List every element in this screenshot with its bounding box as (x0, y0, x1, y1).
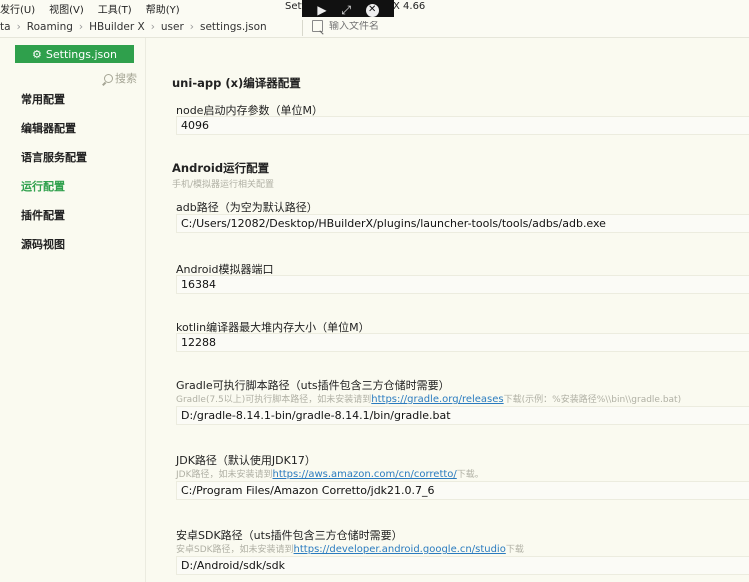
breadcrumb-item[interactable]: settings.json (200, 21, 267, 33)
menu-tools[interactable]: 工具(T) (98, 1, 132, 16)
breadcrumb-item[interactable]: ta (0, 21, 11, 33)
kotlin-heap-input[interactable]: 12288 (176, 333, 749, 352)
sidebar: ⚙ Settings.json 搜索 常用配置 编辑器配置 语言服务配置 运行配… (0, 38, 146, 582)
jdk-path-hint: JDK路径，如未安装请到https://aws.amazon.com/cn/co… (176, 467, 484, 480)
chevron-right-icon: › (189, 21, 194, 33)
menu-view[interactable]: 视图(V) (49, 1, 84, 16)
breadcrumb-item[interactable]: user (161, 21, 184, 33)
chevron-right-icon: › (150, 21, 155, 33)
android-sdk-label: 安卓SDK路径（uts插件包含三方仓储时需要） (176, 529, 403, 542)
menu-publish[interactable]: 发行(U) (0, 1, 35, 16)
settings-nav: 常用配置 编辑器配置 语言服务配置 运行配置 插件配置 源码视图 (21, 93, 87, 267)
android-sdk-input[interactable]: D:/Android/sdk/sdk (176, 556, 749, 575)
settings-panel: uni-app (x)编译器配置 node启动内存参数（单位M） 4096 An… (147, 38, 749, 582)
breadcrumb: ta › Roaming › HBuilder X › user › setti… (0, 21, 267, 33)
adb-path-input[interactable]: C:/Users/12082/Desktop/HBuilderX/plugins… (176, 214, 749, 233)
gradle-path-label: Gradle可执行脚本路径（uts插件包含三方仓储时需要） (176, 379, 450, 392)
sidebar-search-label: 搜索 (115, 72, 137, 85)
chevron-right-icon: › (16, 21, 21, 33)
section-title-uniapp: uni-app (x)编译器配置 (172, 76, 301, 90)
gradle-hint-suffix: 下载(示例：%安装路径%\\bin\\gradle.bat) (503, 395, 682, 405)
section-subtitle-android: 手机/模拟器运行相关配置 (172, 180, 275, 190)
play-icon[interactable]: ▶ (317, 4, 326, 16)
breadcrumb-item[interactable]: HBuilder X (89, 21, 145, 33)
gradle-path-hint: Gradle(7.5以上)可执行脚本路径，如未安装请到https://gradl… (176, 392, 681, 405)
gradle-hint-text: Gradle(7.5以上)可执行脚本路径，如未安装请到 (176, 395, 372, 405)
jdk-path-label: JDK路径（默认使用JDK17） (176, 454, 316, 467)
sidebar-item-plugins[interactable]: 插件配置 (21, 209, 87, 238)
tab-settings-json[interactable]: ⚙ Settings.json (15, 45, 134, 63)
sidebar-item-common[interactable]: 常用配置 (21, 93, 87, 122)
file-name-input[interactable] (329, 20, 449, 32)
sidebar-item-source-view[interactable]: 源码视图 (21, 238, 87, 267)
sidebar-item-language-service[interactable]: 语言服务配置 (21, 151, 87, 180)
window-title-right: X 4.66 (393, 1, 426, 12)
sidebar-search[interactable]: 搜索 (104, 70, 137, 86)
jdk-hint-text: JDK路径，如未安装请到 (176, 470, 273, 480)
file-search (312, 20, 449, 32)
sidebar-item-editor[interactable]: 编辑器配置 (21, 122, 87, 151)
section-title-android: Android运行配置 (172, 161, 270, 175)
jdk-path-input[interactable]: C:/Program Files/Amazon Corretto/jdk21.0… (176, 481, 749, 500)
file-search-icon (312, 20, 323, 32)
gear-icon: ⚙ (32, 47, 42, 61)
adb-path-label: adb路径（为空为默认路径） (176, 201, 318, 214)
gradle-download-link[interactable]: https://gradle.org/releases (371, 394, 503, 405)
chevron-right-icon: › (78, 21, 84, 33)
tab-label: Settings.json (45, 47, 117, 61)
sdk-download-link[interactable]: https://developer.android.google.cn/stud… (294, 544, 506, 555)
gradle-path-input[interactable]: D:/gradle-8.14.1-bin/gradle-8.14.1/bin/g… (176, 406, 749, 425)
sdk-hint-suffix: 下载 (505, 545, 524, 555)
close-icon[interactable]: ✕ (365, 3, 379, 17)
node-memory-input[interactable]: 4096 (176, 116, 749, 135)
expand-icon[interactable]: ⤢ (341, 4, 351, 16)
jdk-download-link[interactable]: https://aws.amazon.com/cn/corretto/ (273, 469, 457, 480)
search-icon (104, 73, 113, 83)
divider (302, 20, 303, 36)
emulator-port-input[interactable]: 16384 (176, 275, 749, 294)
breadcrumb-item[interactable]: Roaming (27, 21, 73, 33)
sdk-hint-text: 安卓SDK路径，如未安装请到 (176, 545, 294, 555)
sidebar-item-run[interactable]: 运行配置 (21, 180, 87, 209)
menu-help[interactable]: 帮助(Y) (146, 1, 180, 16)
android-sdk-hint: 安卓SDK路径，如未安装请到https://developer.android.… (176, 542, 524, 555)
jdk-hint-suffix: 下载。 (456, 470, 484, 480)
